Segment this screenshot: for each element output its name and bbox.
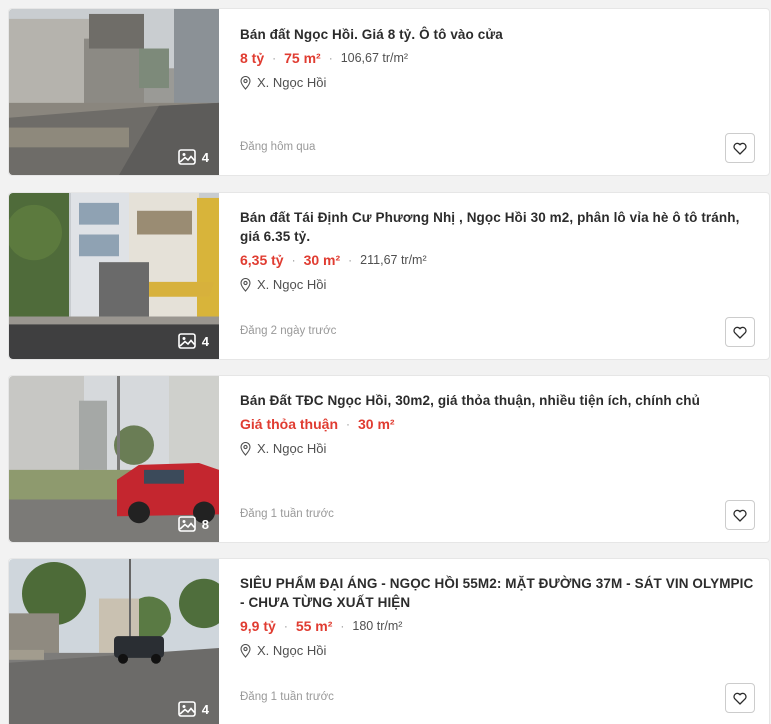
listing-thumbnail[interactable]: 8 — [9, 376, 219, 542]
listing-posted-time: Đăng hôm qua — [240, 141, 316, 153]
map-pin-icon — [240, 75, 251, 90]
photo-count: 4 — [177, 149, 209, 165]
photo-count-value: 4 — [201, 149, 209, 165]
listing-location-text: X. Ngọc Hồi — [257, 75, 327, 90]
listing-price: 8 tỷ — [240, 50, 265, 66]
listing-card[interactable]: 4 Bán đất Ngọc Hồi. Giá 8 tỷ. Ô tô vào c… — [8, 8, 770, 176]
listing-area: 30 m² — [358, 416, 395, 432]
listing-area: 55 m² — [295, 618, 333, 634]
heart-icon — [733, 692, 747, 705]
listing-location: X. Ngọc Hồi — [240, 643, 755, 658]
photo-count: 8 — [177, 516, 209, 532]
save-listing-button[interactable] — [725, 133, 755, 163]
listing-location-text: X. Ngọc Hồi — [257, 643, 327, 658]
image-icon — [177, 701, 196, 717]
listing-location: X. Ngọc Hồi — [240, 277, 755, 292]
map-pin-icon — [240, 277, 251, 292]
listing-location: X. Ngọc Hồi — [240, 441, 755, 456]
separator-dot: · — [348, 253, 353, 267]
heart-icon — [733, 326, 747, 339]
photo-count-value: 4 — [201, 333, 209, 349]
heart-icon — [733, 142, 747, 155]
listing-price: 9,9 tỷ — [240, 618, 276, 634]
image-icon — [177, 516, 196, 532]
separator-dot: · — [346, 417, 350, 431]
image-icon — [177, 333, 196, 349]
listing-card[interactable]: 8 Bán Đất TĐC Ngọc Hồi, 30m2, giá thỏa t… — [8, 375, 770, 543]
separator-dot: · — [328, 51, 333, 65]
listing-info: Bán Đất TĐC Ngọc Hồi, 30m2, giá thỏa thu… — [240, 376, 755, 542]
save-listing-button[interactable] — [725, 683, 755, 713]
listing-location: X. Ngọc Hồi — [240, 75, 755, 90]
listing-title[interactable]: Bán Đất TĐC Ngọc Hồi, 30m2, giá thỏa thu… — [240, 391, 755, 410]
listing-location-text: X. Ngọc Hồi — [257, 277, 327, 292]
map-pin-icon — [240, 643, 251, 658]
listing-thumbnail[interactable]: 4 — [9, 559, 219, 724]
listing-posted-time: Đăng 2 ngày trước — [240, 325, 337, 337]
listing-area: 75 m² — [284, 50, 321, 66]
listing-photo — [9, 559, 219, 724]
listing-info: Bán đất Tái Định Cư Phương Nhị , Ngọc Hồ… — [240, 193, 755, 359]
listing-price-per-m2: 211,67 tr/m² — [360, 253, 427, 267]
listing-info: Bán đất Ngọc Hồi. Giá 8 tỷ. Ô tô vào cửa… — [240, 9, 755, 175]
listing-info: SIÊU PHẨM ĐẠI ÁNG - NGỌC HỒI 55M2: MẶT Đ… — [240, 559, 755, 724]
listing-title[interactable]: Bán đất Tái Định Cư Phương Nhị , Ngọc Hồ… — [240, 208, 755, 246]
photo-count: 4 — [177, 333, 209, 349]
separator-dot: · — [340, 619, 345, 633]
listing-card[interactable]: 4 SIÊU PHẨM ĐẠI ÁNG - NGỌC HỒI 55M2: MẶT… — [8, 558, 770, 724]
photo-count-value: 8 — [201, 516, 209, 532]
listing-price: Giá thỏa thuận — [240, 416, 338, 432]
listing-area: 30 m² — [303, 252, 341, 268]
listing-meta: Giá thỏa thuận · 30 m² — [240, 416, 755, 432]
listing-price-per-m2: 106,67 tr/m² — [340, 51, 409, 65]
heart-icon — [733, 509, 747, 522]
listing-price-per-m2: 180 tr/m² — [352, 619, 403, 633]
save-listing-button[interactable] — [725, 317, 755, 347]
photo-count: 4 — [177, 701, 209, 717]
listing-meta: 6,35 tỷ · 30 m² · 211,67 tr/m² — [240, 252, 755, 268]
listing-posted-time: Đăng 1 tuần trước — [240, 508, 334, 520]
listing-posted-time: Đăng 1 tuần trước — [240, 691, 334, 703]
listing-thumbnail[interactable]: 4 — [9, 193, 219, 359]
listing-location-text: X. Ngọc Hồi — [257, 441, 327, 456]
save-listing-button[interactable] — [725, 500, 755, 530]
listing-meta: 8 tỷ · 75 m² · 106,67 tr/m² — [240, 50, 755, 66]
listing-card[interactable]: 4 Bán đất Tái Định Cư Phương Nhị , Ngọc … — [8, 192, 770, 360]
photo-count-value: 4 — [201, 701, 209, 717]
map-pin-icon — [240, 441, 251, 456]
listing-price: 6,35 tỷ — [240, 252, 284, 268]
separator-dot: · — [291, 253, 296, 267]
listing-meta: 9,9 tỷ · 55 m² · 180 tr/m² — [240, 618, 755, 634]
listing-title[interactable]: Bán đất Ngọc Hồi. Giá 8 tỷ. Ô tô vào cửa — [240, 25, 755, 44]
separator-dot: · — [272, 51, 277, 65]
image-icon — [177, 149, 196, 165]
listing-thumbnail[interactable]: 4 — [9, 9, 219, 175]
separator-dot: · — [283, 619, 288, 633]
listing-title[interactable]: SIÊU PHẨM ĐẠI ÁNG - NGỌC HỒI 55M2: MẶT Đ… — [240, 574, 755, 612]
listing-list: 4 Bán đất Ngọc Hồi. Giá 8 tỷ. Ô tô vào c… — [0, 0, 771, 724]
